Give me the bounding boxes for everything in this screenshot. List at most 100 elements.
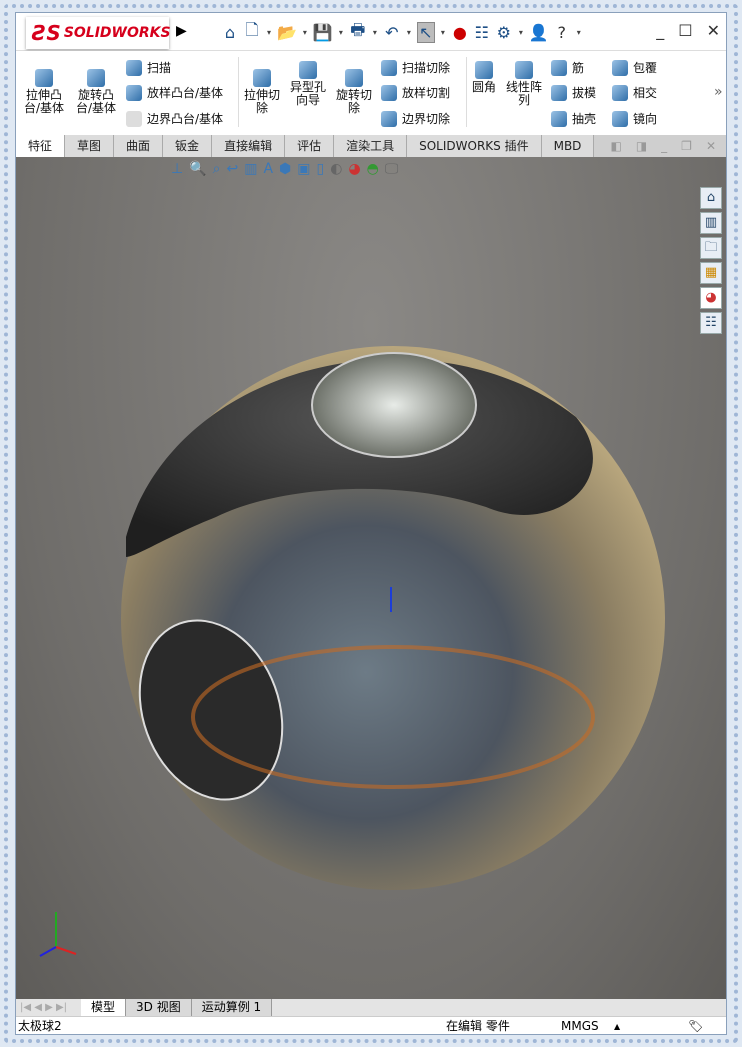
- doc-minimize-icon[interactable]: _: [661, 135, 667, 157]
- loft-button[interactable]: 放样凸台/基体: [126, 84, 223, 101]
- lofted-cut-icon: [381, 84, 397, 101]
- ribbon-more-button[interactable]: »: [714, 84, 723, 100]
- draft-button[interactable]: 拔模: [551, 84, 596, 101]
- options-icon[interactable]: ⚙: [495, 23, 513, 42]
- tab-surfaces[interactable]: 曲面: [114, 135, 164, 157]
- tab-solidworks-addins[interactable]: SOLIDWORKS 插件: [407, 135, 542, 157]
- print-dropdown[interactable]: ▾: [371, 28, 379, 37]
- unit-system[interactable]: MMGS: [561, 1017, 599, 1034]
- tab-motion-study-1[interactable]: 运动算例 1: [191, 999, 273, 1016]
- tab-sketch[interactable]: 草图: [65, 135, 115, 157]
- solidworks-resources-icon[interactable]: ⌂: [700, 187, 722, 209]
- doc-restore-icon[interactable]: ❐: [681, 135, 692, 157]
- open-dropdown[interactable]: ▾: [301, 28, 309, 37]
- lofted-cut-button[interactable]: 放样切割: [381, 84, 450, 101]
- undo-icon[interactable]: ↶: [383, 23, 401, 42]
- label: 包覆: [633, 61, 658, 75]
- tile-left-icon[interactable]: ◧: [610, 135, 621, 157]
- home-icon[interactable]: ⌂: [221, 23, 239, 42]
- swept-cut-button[interactable]: 扫描切除: [381, 59, 450, 76]
- revolve-cut-button[interactable]: 旋转切 除: [336, 69, 372, 115]
- shell-icon: [551, 110, 567, 127]
- unit-system-arrow[interactable]: ▲: [614, 1017, 620, 1034]
- doc-close-icon[interactable]: ✕: [706, 135, 716, 157]
- menu-expand-arrow[interactable]: ▶: [176, 23, 187, 39]
- maximize-icon[interactable]: ☐: [678, 21, 692, 40]
- minimize-icon[interactable]: _: [656, 21, 664, 40]
- help-icon[interactable]: ?: [553, 23, 571, 42]
- doc-window-controls: ◧ ◨ _ ❐ ✕: [610, 135, 726, 157]
- rebuild-icon[interactable]: ●: [451, 23, 469, 42]
- model-view: [116, 346, 665, 890]
- label: 拉伸凸 台/基体: [24, 88, 65, 115]
- shell-button[interactable]: 抽壳: [551, 110, 596, 127]
- fillet-button[interactable]: 圆角: [472, 61, 496, 94]
- select-dropdown[interactable]: ▾: [439, 28, 447, 37]
- fillet-icon: [475, 61, 493, 79]
- tile-right-icon[interactable]: ◨: [636, 135, 647, 157]
- help-dropdown[interactable]: ▾: [575, 28, 583, 37]
- new-dropdown[interactable]: ▾: [265, 28, 273, 37]
- tab-features[interactable]: 特征: [16, 135, 66, 157]
- label: 旋转切 除: [336, 88, 373, 115]
- rib-button[interactable]: 筋: [551, 59, 584, 76]
- user-icon[interactable]: 👤: [529, 23, 549, 42]
- custom-properties-icon[interactable]: ☷: [700, 312, 722, 334]
- extrude-boss-button[interactable]: 拉伸凸 台/基体: [24, 69, 64, 115]
- mirror-button[interactable]: 镜向: [612, 110, 657, 127]
- options-dropdown[interactable]: ▾: [517, 28, 525, 37]
- tab-mbd[interactable]: MBD: [541, 135, 595, 157]
- label: 拉伸切 除: [244, 88, 281, 115]
- taiji-ball-model[interactable]: [116, 346, 665, 890]
- linear-pattern-button[interactable]: 线性阵 列: [506, 61, 542, 107]
- label: 抽壳: [572, 112, 597, 126]
- wrap-button[interactable]: 包覆: [612, 59, 657, 76]
- label: 拔模: [572, 86, 597, 100]
- open-icon[interactable]: 📂: [277, 23, 297, 42]
- design-library-icon[interactable]: ▥: [700, 212, 722, 234]
- label: 旋转凸 台/基体: [76, 88, 117, 115]
- file-explorer-icon[interactable]: 🗀: [700, 237, 722, 259]
- new-doc-icon[interactable]: 🗋: [243, 19, 261, 46]
- extrude-cut-button[interactable]: 拉伸切 除: [244, 69, 280, 115]
- brand-text: SOLIDWORKS: [63, 25, 171, 41]
- tab-sheet-metal[interactable]: 钣金: [163, 135, 213, 157]
- boundary-cut-icon: [381, 110, 397, 127]
- tab-scroll-arrows[interactable]: |◀ ◀ ▶ ▶|: [16, 999, 81, 1016]
- sweep-icon: [126, 59, 142, 76]
- bottom-tabs: |◀ ◀ ▶ ▶| 模型 3D 视图 运动算例 1: [16, 999, 726, 1016]
- quick-access-toolbar: ⌂ 🗋 ▾ 📂 ▾ 💾 ▾ 🖶 ▾ ↶ ▾ ↖ ▾ ● ☷ ⚙ ▾ 👤 ? ▾: [221, 19, 583, 46]
- save-dropdown[interactable]: ▾: [337, 28, 345, 37]
- tab-evaluate[interactable]: 评估: [285, 135, 335, 157]
- edit-mode: 在编辑 零件: [446, 1019, 510, 1033]
- ds-logo-icon: ƧS: [32, 21, 61, 45]
- print-icon[interactable]: 🖶: [349, 19, 367, 46]
- label: 放样切割: [402, 86, 451, 100]
- save-icon[interactable]: 💾: [313, 23, 333, 42]
- intersect-button[interactable]: 相交: [612, 84, 657, 101]
- hole-wizard-icon: [299, 61, 317, 79]
- label: 边界切除: [402, 112, 451, 126]
- select-icon[interactable]: ↖: [416, 22, 435, 43]
- swept-cut-icon: [381, 59, 397, 76]
- appearances-scenes-icon[interactable]: ◕: [700, 287, 722, 309]
- file-properties-icon[interactable]: ☷: [473, 23, 491, 42]
- view-palette-icon[interactable]: ▦: [700, 262, 722, 284]
- boundary-cut-button[interactable]: 边界切除: [381, 110, 450, 127]
- revolve-boss-button[interactable]: 旋转凸 台/基体: [76, 69, 116, 115]
- window-controls: _ ☐ ✕: [656, 21, 720, 40]
- boundary-boss-button[interactable]: 边界凸台/基体: [126, 110, 223, 127]
- graphics-area[interactable]: ⊥ 🔍 ⌕ ↩ ▥ A ⬢ ▣ ▯ ◐ ◕ ◓ 🖵 ⌂ ▥ 🗀 ▦ ◕ ☷: [16, 157, 726, 999]
- tab-direct-editing[interactable]: 直接编辑: [212, 135, 286, 157]
- solidworks-logo[interactable]: ƧS SOLIDWORKS: [26, 17, 171, 49]
- undo-dropdown[interactable]: ▾: [405, 28, 413, 37]
- tags-icon[interactable]: 🏷: [688, 1017, 703, 1034]
- tab-render-tools[interactable]: 渲染工具: [334, 135, 408, 157]
- hole-wizard-button[interactable]: 异型孔 向导: [290, 61, 326, 107]
- intersect-icon: [612, 84, 628, 101]
- solidworks-window: ƧS SOLIDWORKS ▶ ⌂ 🗋 ▾ 📂 ▾ 💾 ▾ 🖶 ▾ ↶ ▾ ↖ ▾ ● ☷ ⚙…: [15, 12, 727, 1035]
- tab-model[interactable]: 模型: [81, 999, 127, 1016]
- sweep-button[interactable]: 扫描: [126, 59, 171, 76]
- tab-3d-views[interactable]: 3D 视图: [126, 999, 192, 1016]
- close-icon[interactable]: ✕: [707, 21, 720, 40]
